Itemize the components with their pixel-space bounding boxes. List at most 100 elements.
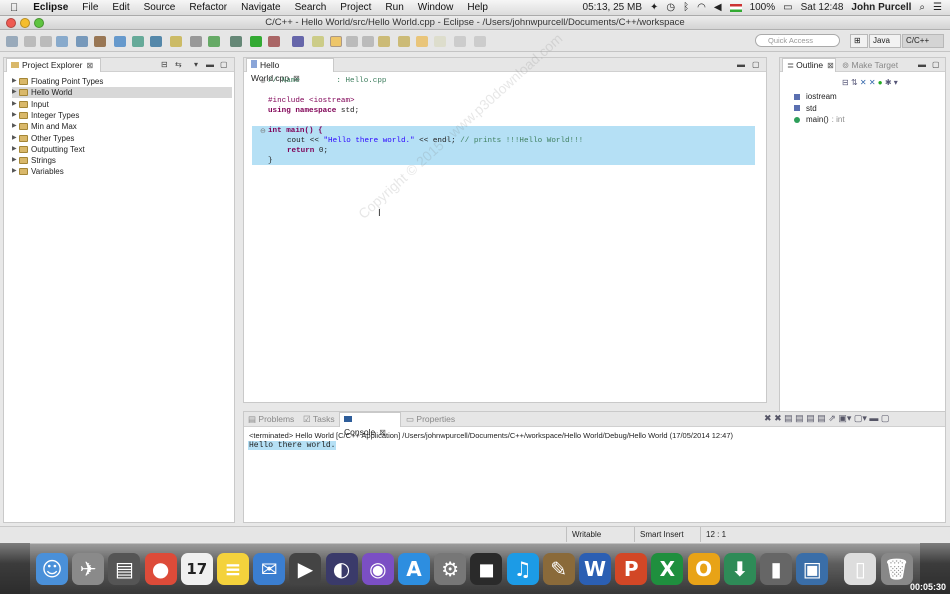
orbit-icon[interactable]: ◉ <box>361 553 394 585</box>
external-tools-icon[interactable] <box>268 36 280 47</box>
last-edit-icon[interactable] <box>454 36 466 47</box>
menu-edit[interactable]: Edit <box>105 2 136 13</box>
open-perspective-button[interactable]: ⊞ <box>850 34 868 48</box>
run-icon[interactable] <box>250 36 262 47</box>
finder-icon[interactable]: ☺ <box>36 553 68 585</box>
maximize-icon[interactable]: ▢ <box>752 60 760 69</box>
bluetooth-icon[interactable]: ᛒ <box>683 2 689 13</box>
display-console-icon[interactable]: ⇗ <box>828 413 836 423</box>
new-folder-icon[interactable] <box>132 36 144 47</box>
project-floating-point-types[interactable]: ▶ Floating Point Types <box>12 76 103 87</box>
minimize-icon[interactable]: ▬ <box>206 60 214 69</box>
new-console-icon[interactable]: ▢▾ <box>854 413 867 423</box>
perspective-java[interactable]: Java <box>869 34 901 48</box>
new-icon[interactable] <box>6 36 18 47</box>
tab-hello-world-cpp[interactable]: Hello World.cpp ⊠ <box>246 58 334 83</box>
new-class-icon[interactable] <box>150 36 162 47</box>
outline-item-main[interactable]: main(): int <box>794 114 845 125</box>
maximize-icon[interactable]: ▢ <box>932 60 940 69</box>
minimize-window-button[interactable] <box>20 18 30 28</box>
menu-refactor[interactable]: Refactor <box>182 2 234 13</box>
menu-source[interactable]: Source <box>137 2 183 13</box>
clear-console-icon[interactable]: ▤ <box>784 413 793 423</box>
dropbox-icon[interactable]: ✦ <box>650 2 658 13</box>
debug-icon[interactable] <box>230 36 242 47</box>
apple-icon[interactable]:  <box>0 2 26 14</box>
itunes-icon[interactable]: ♫ <box>506 553 539 585</box>
whitespace-icon[interactable] <box>346 36 358 47</box>
word-icon[interactable]: W <box>579 553 611 585</box>
project-strings[interactable]: ▶ Strings <box>12 155 56 166</box>
back-icon[interactable] <box>416 36 428 47</box>
tab-tasks[interactable]: ☑ Tasks <box>303 414 335 425</box>
time-machine-icon[interactable]: ◷ <box>666 2 675 13</box>
microphone-icon[interactable]: ▮ <box>760 553 792 585</box>
expand-arrow-icon[interactable]: ▶ <box>12 87 19 98</box>
battery-readout[interactable]: 100% <box>750 2 776 13</box>
spotlight-icon[interactable]: ⌕ <box>919 2 925 13</box>
word-wrap-icon[interactable]: ▤ <box>806 413 815 423</box>
app-store-icon[interactable]: A <box>398 553 430 585</box>
sort-icon[interactable]: ⇅ <box>851 78 858 87</box>
save-icon[interactable] <box>24 36 36 47</box>
close-icon[interactable]: ⊠ <box>86 61 93 70</box>
hide-fields-icon[interactable]: ✕ <box>860 78 867 87</box>
fold-expand-icon[interactable]: ⊕ <box>260 77 266 85</box>
tab-make-target[interactable]: ⊚ Make Target <box>842 60 898 71</box>
excel-icon[interactable]: X <box>651 553 684 585</box>
wifi-icon[interactable]: ◠ <box>697 2 706 13</box>
screenflow-icon[interactable]: ▣ <box>796 553 829 585</box>
link-editor-icon[interactable]: ⇆ <box>175 60 182 69</box>
pin-icon[interactable] <box>474 36 486 47</box>
code-area[interactable]: ⊕ // Name : Hello.cpp #include <iostream… <box>244 72 766 402</box>
hide-non-public-icon[interactable]: ● <box>878 78 883 87</box>
downloads-globe-icon[interactable]: ⬇ <box>723 553 756 585</box>
block-select-icon[interactable] <box>362 36 374 47</box>
expand-arrow-icon[interactable]: ▶ <box>12 99 19 110</box>
chrome-icon[interactable]: ● <box>144 553 177 585</box>
menu-navigate[interactable]: Navigate <box>234 2 287 13</box>
group-includes-icon[interactable]: ✱ <box>885 78 892 87</box>
menu-window[interactable]: Window <box>411 2 461 13</box>
expand-arrow-icon[interactable]: ▶ <box>12 121 19 132</box>
project-hello-world[interactable]: ▶ Hello World <box>12 87 232 99</box>
volume-icon[interactable]: ◀ <box>714 2 722 13</box>
powerpoint-icon[interactable]: P <box>615 553 648 585</box>
minimize-icon[interactable]: ▬ <box>737 60 745 69</box>
pin-console-icon[interactable]: ▤ <box>817 413 826 423</box>
perspective-cpp[interactable]: C/C++ <box>902 34 944 48</box>
tab-problems[interactable]: ▤ Problems <box>248 414 294 425</box>
expand-arrow-icon[interactable]: ▶ <box>12 76 19 87</box>
c-icon[interactable] <box>190 36 202 47</box>
flag-icon[interactable] <box>729 3 742 12</box>
launchpad-icon[interactable]: ✈ <box>72 553 105 585</box>
project-min-and-max[interactable]: ▶ Min and Max <box>12 121 77 132</box>
mail-icon[interactable]: ✉ <box>253 553 286 585</box>
outline-item-iostream[interactable]: iostream <box>794 91 840 102</box>
stickies-icon[interactable]: ≡ <box>217 553 249 585</box>
search-icon[interactable] <box>292 36 304 47</box>
scroll-lock-icon[interactable]: ▤ <box>795 413 804 423</box>
grapher-icon[interactable]: ✎ <box>542 553 575 585</box>
eclipse-icon[interactable]: ◐ <box>325 553 358 585</box>
open-type-icon[interactable] <box>170 36 182 47</box>
calendar-icon[interactable]: 17 <box>180 553 213 585</box>
print-icon[interactable] <box>56 36 68 47</box>
quick-access-input[interactable]: Quick Access <box>755 34 840 47</box>
remove-launches-icon[interactable]: ✖ <box>774 413 782 423</box>
open-console-icon[interactable]: ▣▾ <box>838 413 851 423</box>
collapse-all-icon[interactable]: ⊟ <box>161 60 168 69</box>
build-icon[interactable] <box>94 36 106 47</box>
next-annotation-icon[interactable] <box>378 36 390 47</box>
notification-center-icon[interactable]: ☰ <box>933 2 942 13</box>
status-insert-mode[interactable]: Smart Insert <box>634 527 700 542</box>
minimize-icon[interactable]: ▬ <box>918 60 926 69</box>
user-name[interactable]: John Purcell <box>851 2 911 13</box>
minimize-icon[interactable]: ▬ <box>869 413 878 423</box>
forward-icon[interactable] <box>434 36 446 47</box>
system-prefs-icon[interactable]: ⚙ <box>434 553 467 585</box>
console-output[interactable]: Hello there world. <box>248 441 337 450</box>
facetime-icon[interactable]: ▶ <box>289 553 322 585</box>
expand-arrow-icon[interactable]: ▶ <box>12 155 19 166</box>
menu-run[interactable]: Run <box>378 2 410 13</box>
